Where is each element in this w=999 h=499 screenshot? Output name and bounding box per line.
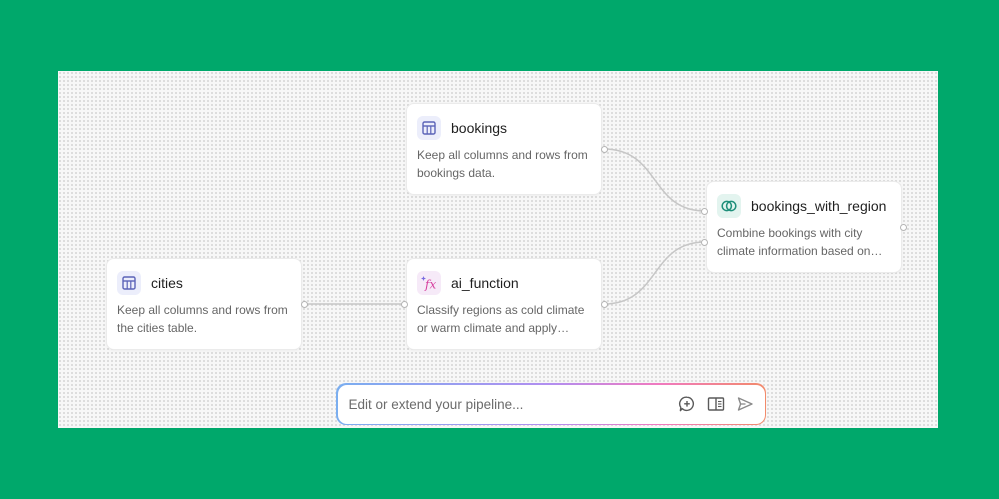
add-comment-button[interactable]	[677, 394, 697, 414]
output-port[interactable]	[601, 301, 608, 308]
node-bookings[interactable]: bookings Keep all columns and rows from …	[406, 103, 602, 195]
book-icon	[707, 397, 724, 411]
ai-function-icon: fx	[417, 271, 441, 295]
node-description: Combine bookings with city climate infor…	[717, 226, 871, 258]
send-button[interactable]	[735, 394, 755, 414]
output-port[interactable]	[301, 301, 308, 308]
node-title: bookings	[451, 120, 508, 136]
node-cities[interactable]: cities Keep all columns and rows from th…	[106, 258, 302, 350]
table-icon	[117, 271, 141, 295]
input-port[interactable]	[701, 239, 708, 246]
pipeline-prompt-bar	[336, 383, 766, 425]
node-ai-function[interactable]: fx ai_function Classify regions as cold …	[406, 258, 602, 350]
node-description: Keep all columns and rows from bookings …	[417, 148, 588, 180]
output-port[interactable]	[900, 224, 907, 231]
node-description: Classify regions as cold climate or warm…	[417, 303, 585, 335]
comment-plus-icon	[678, 396, 694, 412]
node-description: Keep all columns and rows from the citie…	[117, 303, 288, 335]
pipeline-prompt-input[interactable]	[346, 395, 668, 413]
node-bookings-with-region[interactable]: bookings_with_region Combine bookings wi…	[706, 181, 902, 273]
svg-text:fx: fx	[424, 278, 436, 292]
input-port[interactable]	[401, 301, 408, 308]
node-title: cities	[151, 275, 183, 291]
input-port[interactable]	[701, 208, 708, 215]
node-title: ai_function	[451, 275, 519, 291]
node-title: bookings_with_region	[751, 198, 887, 214]
send-icon	[737, 397, 753, 411]
table-icon	[417, 116, 441, 140]
join-icon	[717, 194, 741, 218]
book-button[interactable]	[706, 394, 726, 414]
output-port[interactable]	[601, 146, 608, 153]
